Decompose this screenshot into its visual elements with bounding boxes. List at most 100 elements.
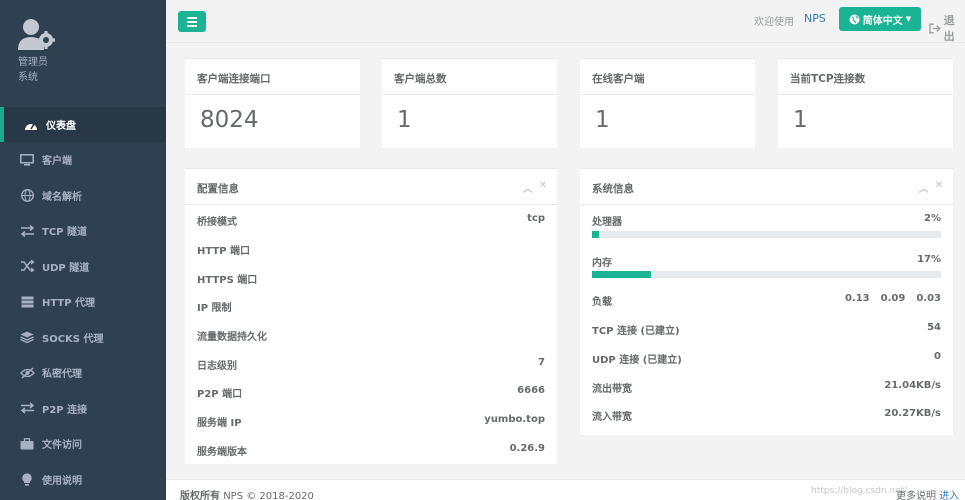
eye-slash-icon (19, 366, 35, 380)
sidebar-item-files[interactable]: 文件访问 (0, 426, 166, 462)
memory-label: 内存 (592, 258, 612, 269)
desktop-icon (19, 153, 35, 167)
stat-title: 客户端连接端口 (185, 59, 360, 95)
sidebar-item-help[interactable]: 使用说明 (0, 462, 166, 498)
nps-link[interactable]: NPS (804, 12, 826, 25)
sidebar-item-http[interactable]: HTTP 代理 (0, 284, 166, 320)
sidebar-item-tcp[interactable]: TCP 隧道 (0, 213, 166, 249)
chevron-up-icon[interactable]: ︿ (919, 180, 929, 195)
stat-value: 1 (397, 107, 412, 133)
config-key: HTTPS 端口 (197, 275, 258, 286)
system-value: 21.04KB/s (884, 380, 941, 391)
system-key: 流入带宽 (592, 412, 632, 423)
close-icon[interactable]: ✕ (539, 180, 547, 195)
config-row: 日志级别 7 (197, 357, 545, 372)
system-key: 流出带宽 (592, 384, 632, 395)
user-gear-icon[interactable] (18, 18, 58, 52)
system-row: UDP 连接 (已建立) 0 (592, 351, 941, 366)
sidebar-item-label: 仪表盘 (46, 121, 76, 132)
cpu-progress-bar (592, 231, 941, 238)
stat-value: 1 (793, 107, 808, 133)
sidebar-nav: 仪表盘 客户端 域名解析 TCP 隧道 UDP 隧道 HTTP 代理 SOCKS… (0, 107, 166, 497)
config-row: HTTPS 端口 (197, 271, 545, 286)
logout-button[interactable]: 退出 (929, 12, 965, 44)
language-dropdown[interactable]: 简体中文 ▼ (839, 7, 921, 31)
load-5m: 0.09 (880, 293, 906, 304)
cpu-row: 处理器 2% (592, 213, 941, 228)
enter-link[interactable]: 进入 (939, 491, 959, 500)
logout-label: 退出 (943, 14, 955, 43)
sidebar-item-udp[interactable]: UDP 隧道 (0, 249, 166, 285)
sidebar-item-label: 域名解析 (42, 191, 82, 203)
profile: 管理员 系统 (0, 0, 166, 107)
server-icon (19, 295, 35, 309)
stat-card-client-total: 客户端总数 1 (382, 58, 557, 148)
lightbulb-icon (19, 472, 35, 486)
system-panel: 系统信息 ︿ ✕ 处理器 2% 内存 17% 负载 0.13 0.09 0.03 T… (580, 168, 953, 435)
system-row: 流出带宽 21.04KB/s (592, 380, 941, 395)
config-row: 桥接模式 tcp (197, 213, 545, 228)
config-value: 0.26.9 (509, 443, 545, 454)
sign-out-icon (929, 22, 941, 34)
topbar: 欢迎使用 NPS 简体中文 ▼ 退出 (166, 0, 965, 43)
config-row: P2P 端口 6666 (197, 385, 545, 400)
copyright-label: 版权所有 (180, 491, 220, 500)
config-key: 服务端 IP (197, 418, 242, 429)
config-row: 服务端 IP yumbo.top (197, 414, 545, 429)
sidebar-item-label: 私密代理 (42, 369, 82, 381)
system-value: 0 (934, 351, 941, 362)
role-subtitle: 系统 (18, 72, 38, 83)
chevron-up-icon[interactable]: ︿ (523, 180, 533, 195)
menu-bar-icon (187, 24, 197, 27)
config-row: HTTP 端口 (197, 242, 545, 257)
panel-header: 配置信息 ︿ ✕ (185, 169, 557, 205)
dashboard-icon (23, 118, 39, 132)
more-info: 更多说明 进入 (896, 487, 959, 500)
stat-card-port: 客户端连接端口 8024 (185, 58, 360, 148)
role-title: 管理员 (18, 57, 48, 68)
config-key: P2P 端口 (197, 389, 243, 400)
close-icon[interactable]: ✕ (935, 180, 943, 195)
config-key: HTTP 端口 (197, 246, 251, 257)
sidebar-item-socks[interactable]: SOCKS 代理 (0, 320, 166, 356)
sidebar-item-dashboard[interactable]: 仪表盘 (0, 107, 166, 142)
footer: 版权所有 NPS © 2018-2020 https://blog.csdn.n… (166, 479, 965, 500)
system-value: 20.27KB/s (884, 408, 941, 419)
load-1m: 0.13 (844, 293, 870, 304)
menu-toggle-button[interactable] (178, 11, 206, 32)
briefcase-icon (19, 437, 35, 451)
config-value: tcp (527, 213, 545, 224)
sidebar: 管理员 系统 仪表盘 客户端 域名解析 TCP 隧道 UDP 隧道 HTTP 代… (0, 0, 166, 500)
memory-progress-fill (592, 271, 652, 278)
stat-card-tcp-connections: 当前TCP连接数 1 (778, 58, 953, 148)
memory-value: 17% (917, 254, 941, 265)
panel-title: 配置信息 (197, 183, 239, 195)
stat-title: 当前TCP连接数 (778, 59, 953, 95)
language-label: 简体中文 (862, 15, 903, 27)
sidebar-item-label: HTTP 代理 (42, 298, 96, 310)
globe-icon (19, 188, 35, 202)
memory-row: 内存 17% (592, 254, 941, 269)
system-row: 流入带宽 20.27KB/s (592, 408, 941, 423)
random-icon (19, 259, 35, 273)
menu-bar-icon (187, 16, 197, 19)
system-key: UDP 连接 (已建立) (592, 355, 682, 366)
sidebar-item-domain[interactable]: 域名解析 (0, 178, 166, 214)
system-row: TCP 连接 (已建立) 54 (592, 322, 941, 337)
arrows-icon (19, 401, 35, 415)
config-value: 7 (538, 357, 545, 368)
more-label: 更多说明 (896, 491, 936, 500)
load-row: 负载 0.13 0.09 0.03 (592, 293, 941, 308)
sidebar-item-clients[interactable]: 客户端 (0, 142, 166, 178)
config-row: 流量数据持久化 (197, 328, 545, 343)
system-value: 54 (927, 322, 941, 333)
layers-icon (19, 330, 35, 344)
sidebar-item-p2p[interactable]: P2P 连接 (0, 391, 166, 427)
load-label: 负载 (592, 297, 612, 308)
sidebar-item-label: UDP 隧道 (42, 262, 90, 274)
caret-down-icon: ▼ (905, 15, 912, 23)
globe-icon (849, 14, 860, 24)
sidebar-item-secret[interactable]: 私密代理 (0, 355, 166, 391)
copyright-text: NPS © 2018-2020 (223, 491, 314, 500)
stat-value: 1 (595, 107, 610, 133)
